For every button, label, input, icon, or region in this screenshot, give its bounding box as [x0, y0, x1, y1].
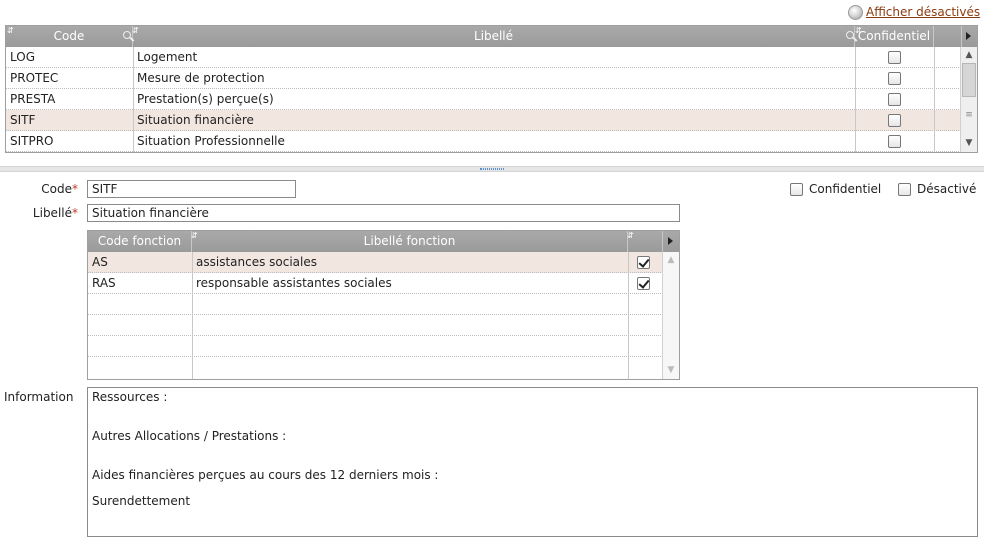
info-line: Aides financières perçues au cours des 1…: [92, 468, 439, 482]
table-row[interactable]: LOG Logement: [6, 47, 961, 68]
libelle-field[interactable]: Situation financière: [87, 204, 680, 222]
cell-libelle: Logement: [137, 50, 198, 64]
column-header-code[interactable]: Code: [6, 26, 133, 47]
toggle-orb-icon: [848, 4, 863, 20]
cell-libelle: Situation financière: [137, 113, 254, 127]
cell-code-fonction: AS: [92, 255, 108, 269]
splitter-grip-icon[interactable]: [480, 168, 504, 170]
confidentiel-checkbox[interactable]: [790, 182, 803, 196]
show-disabled-label: Afficher désactivés: [866, 5, 981, 19]
function-checkbox[interactable]: [637, 256, 650, 269]
confidentiel-checkbox[interactable]: [888, 114, 901, 127]
scroll-thumb[interactable]: [962, 63, 976, 97]
confidentiel-checkbox[interactable]: [888, 51, 901, 64]
table-row-selected[interactable]: SITF Situation financière: [6, 110, 961, 131]
filter-search-icon[interactable]: [846, 31, 854, 39]
cell-code-fonction: RAS: [92, 276, 116, 290]
table-row[interactable]: PRESTA Prestation(s) perçue(s): [6, 89, 961, 110]
filter-search-icon[interactable]: [123, 31, 131, 39]
column-header-libelle-fonction[interactable]: Libellé fonction: [192, 231, 628, 252]
function-grid-header: Code fonction ⇵ Libellé fonction ⇵: [88, 231, 679, 252]
libelle-label: Libellé*: [32, 206, 78, 220]
table-row[interactable]: RAS responsable assistantes sociales: [88, 273, 663, 294]
cell-code: PROTEC: [10, 71, 59, 85]
confidentiel-toggle[interactable]: Confidentiel: [790, 182, 881, 196]
column-header-spacer: [934, 26, 962, 47]
function-grid: Code fonction ⇵ Libellé fonction ⇵ AS as…: [87, 230, 680, 380]
table-row-empty: [88, 315, 663, 336]
code-field[interactable]: SITF: [87, 180, 296, 198]
cell-libelle: Prestation(s) perçue(s): [137, 92, 274, 106]
cell-libelle-fonction: responsable assistantes sociales: [196, 276, 392, 290]
table-row-selected[interactable]: AS assistances sociales: [88, 252, 663, 273]
show-disabled-link[interactable]: Afficher désactivés: [848, 4, 980, 20]
column-divider: [192, 252, 193, 379]
confidentiel-label: Confidentiel: [809, 182, 882, 196]
information-textarea[interactable]: Ressources : Autres Allocations / Presta…: [87, 387, 978, 537]
column-divider: [628, 252, 629, 379]
scroll-down-icon[interactable]: ▼: [663, 362, 679, 378]
table-row-empty: [88, 357, 663, 378]
column-menu-arrow-icon[interactable]: [668, 237, 673, 245]
scroll-grip-icon: ≡: [965, 110, 973, 120]
info-line: Autres Allocations / Prestations :: [92, 429, 287, 443]
function-checkbox[interactable]: [637, 277, 650, 290]
cell-libelle-fonction: assistances sociales: [196, 255, 318, 269]
codes-grid: ⇵ Code ⇵ Libellé ⇵ Confidentiel LOG Loge…: [5, 25, 978, 153]
table-row[interactable]: PROTEC Mesure de protection: [6, 68, 961, 89]
info-line: Ressources :: [92, 390, 168, 404]
cell-code: SITPRO: [10, 134, 54, 148]
table-row-empty: [88, 294, 663, 315]
information-label: Information: [4, 390, 74, 404]
scroll-up-icon[interactable]: ▲: [663, 252, 679, 268]
desactive-toggle[interactable]: Désactivé: [898, 182, 976, 196]
desactive-checkbox[interactable]: [898, 182, 911, 196]
table-row[interactable]: SITPRO Situation Professionnelle: [6, 131, 961, 152]
cell-code: LOG: [10, 50, 36, 64]
code-label: Code*: [41, 182, 78, 196]
codes-grid-header: ⇵ Code ⇵ Libellé ⇵ Confidentiel: [6, 26, 977, 47]
column-header-libelle[interactable]: Libellé: [133, 26, 855, 47]
confidentiel-checkbox[interactable]: [888, 135, 901, 148]
cell-code: SITF: [10, 113, 36, 127]
panel-splitter[interactable]: [0, 166, 984, 172]
column-divider: [133, 47, 134, 152]
column-header-code-fonction[interactable]: Code fonction: [88, 231, 192, 252]
cell-code: PRESTA: [10, 92, 56, 106]
column-header-check: [628, 231, 663, 252]
confidentiel-checkbox[interactable]: [888, 72, 901, 85]
codes-grid-scrollbar[interactable]: ▲ ≡ ▼: [960, 47, 977, 152]
table-row-empty: [88, 336, 663, 357]
confidentiel-checkbox[interactable]: [888, 93, 901, 106]
scroll-up-icon[interactable]: ▲: [961, 47, 977, 63]
column-divider: [855, 47, 856, 152]
column-header-confidentiel[interactable]: Confidentiel: [855, 26, 934, 47]
info-line: Surendettement: [92, 494, 191, 508]
cell-libelle: Situation Professionnelle: [137, 134, 285, 148]
cell-libelle: Mesure de protection: [137, 71, 265, 85]
column-menu-arrow-icon[interactable]: [966, 32, 971, 40]
scroll-down-icon[interactable]: ▼: [961, 135, 977, 151]
column-divider: [934, 47, 935, 152]
function-grid-scrollbar[interactable]: ▲ ▼: [662, 252, 679, 379]
desactive-label: Désactivé: [917, 182, 977, 196]
